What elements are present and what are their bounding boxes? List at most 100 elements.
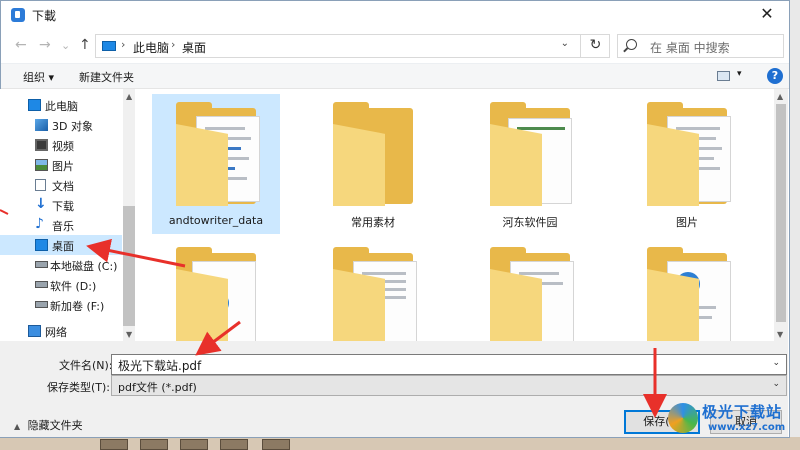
filename-value: 极光下载站.pdf	[118, 359, 202, 373]
folder-name: 图片	[676, 216, 698, 229]
folder-tile[interactable]: andtowriter_data	[152, 94, 280, 234]
hide-folders-toggle[interactable]: ▲ 隐藏文件夹	[14, 417, 83, 433]
music-icon: ♪	[35, 216, 44, 232]
file-list: andtowriter_data 常用素材 河东软件园 图片	[138, 89, 774, 341]
sidebar-item-downloads[interactable]: ↓ 下载	[0, 195, 122, 215]
sidebar-item-network[interactable]: 网络	[0, 321, 122, 341]
navigation-pane: 此电脑 3D 对象 视频 图片 文档 ↓ 下载 ♪ 音乐 桌面 本地磁盘 (C:…	[0, 89, 135, 341]
computer-icon	[28, 99, 41, 111]
sidebar-item-drive-c[interactable]: 本地磁盘 (C:)	[0, 255, 122, 275]
pictures-icon	[35, 159, 48, 171]
new-folder-button[interactable]: 新建文件夹	[79, 69, 134, 85]
sidebar-item-music[interactable]: ♪ 音乐	[0, 215, 122, 235]
sidebar-item-label: 3D 对象	[52, 120, 93, 133]
folder-tile[interactable]	[152, 239, 280, 341]
folder-front	[647, 124, 699, 206]
folder-tile[interactable]: 常用素材	[309, 94, 437, 234]
background-thumbnail	[262, 439, 290, 450]
address-dropdown-icon[interactable]: ⌄	[561, 38, 569, 49]
refresh-icon[interactable]: ↻	[580, 34, 610, 58]
folder-front	[647, 269, 699, 341]
search-input[interactable]: 在 桌面 中搜索	[617, 34, 784, 58]
sidebar-item-3d-objects[interactable]: 3D 对象	[0, 115, 122, 135]
sidebar-item-label: 桌面	[52, 240, 74, 253]
folder-tile[interactable]	[466, 239, 594, 341]
sidebar-item-label: 软件 (D:)	[50, 280, 97, 293]
folder-name: andtowriter_data	[168, 214, 264, 227]
filetype-select[interactable]: pdf文件 (*.pdf) ⌄	[111, 375, 787, 396]
folder-front	[176, 269, 228, 341]
background-thumbnail	[140, 439, 168, 450]
sidebar-item-documents[interactable]: 文档	[0, 175, 122, 195]
folder-front	[333, 124, 385, 206]
sidebar-item-label: 音乐	[52, 220, 74, 233]
sidebar-item-label: 文档	[52, 180, 74, 193]
breadcrumb-separator: ›	[121, 38, 126, 51]
view-dropdown-icon[interactable]: ▾	[737, 69, 742, 79]
video-icon	[35, 139, 48, 151]
back-arrow-icon[interactable]: ←	[15, 37, 27, 53]
breadcrumb-separator: ›	[171, 38, 176, 51]
sidebar-item-this-pc[interactable]: 此电脑	[0, 95, 122, 115]
sidebar-item-label: 本地磁盘 (C:)	[50, 260, 118, 273]
scroll-down-icon[interactable]: ▼	[126, 330, 132, 339]
filetype-dropdown-icon[interactable]: ⌄	[772, 379, 780, 389]
sidebar-item-label: 此电脑	[45, 100, 78, 113]
folder-tile[interactable]: 河东软件园	[466, 94, 594, 234]
folder-front	[176, 124, 228, 206]
folder-tile[interactable]: 图片	[623, 94, 751, 234]
folder-tile[interactable]	[623, 239, 751, 341]
background-thumbnail	[220, 439, 248, 450]
hide-folders-label: 隐藏文件夹	[27, 419, 83, 432]
watermark-logo-icon	[668, 403, 698, 433]
drive-icon	[35, 301, 48, 308]
folder-front	[490, 269, 542, 341]
app-icon	[11, 8, 25, 22]
up-arrow-icon[interactable]: ↑	[79, 37, 91, 53]
help-icon[interactable]: ?	[767, 68, 783, 84]
3d-objects-icon	[35, 119, 48, 131]
breadcrumb-desktop[interactable]: 桌面	[182, 39, 206, 56]
close-button[interactable]: ✕	[749, 1, 785, 27]
search-placeholder: 在 桌面 中搜索	[650, 41, 730, 55]
documents-icon	[35, 179, 46, 191]
watermark: 极光下载站 www.xz7.com	[668, 399, 796, 439]
recent-locations-icon[interactable]: ⌄	[61, 39, 70, 52]
scroll-down-icon[interactable]: ▼	[777, 330, 783, 339]
sidebar-item-videos[interactable]: 视频	[0, 135, 122, 155]
filename-input[interactable]: 极光下载站.pdf ⌄	[111, 354, 787, 375]
scroll-up-icon[interactable]: ▲	[126, 92, 132, 101]
filetype-value: pdf文件 (*.pdf)	[118, 381, 197, 394]
sidebar-item-drive-d[interactable]: 软件 (D:)	[0, 275, 122, 295]
filetype-label: 保存类型(T):	[47, 381, 111, 394]
folder-name: 河东软件园	[502, 216, 558, 229]
forward-arrow-icon[interactable]: →	[39, 37, 51, 53]
content-scrollbar-thumb[interactable]	[776, 104, 786, 322]
address-bar[interactable]: › 此电脑 › 桌面 ⌄	[95, 34, 610, 58]
filename-label: 文件名(N):	[59, 359, 113, 372]
sidebar-item-label: 下载	[52, 200, 74, 213]
sidebar-item-pictures[interactable]: 图片	[0, 155, 122, 175]
organize-button[interactable]: 组织 ▾	[23, 69, 54, 85]
sidebar-item-desktop[interactable]: 桌面	[0, 235, 122, 255]
search-icon	[626, 39, 637, 50]
drive-icon	[35, 281, 48, 288]
filename-dropdown-icon[interactable]: ⌄	[772, 358, 780, 368]
chevron-up-icon: ▲	[14, 422, 21, 431]
window-title: 下載	[32, 9, 57, 23]
title-bar[interactable]: 下載 ✕	[1, 1, 789, 29]
background-thumbnail	[180, 439, 208, 450]
scroll-up-icon[interactable]: ▲	[777, 92, 783, 101]
watermark-text: 极光下载站	[702, 403, 783, 421]
sidebar-item-label: 网络	[45, 326, 67, 339]
breadcrumb-this-pc[interactable]: 此电脑	[133, 39, 169, 56]
sidebar-scrollbar-thumb[interactable]	[123, 206, 135, 326]
view-mode-icon[interactable]	[717, 71, 730, 81]
sidebar-item-drive-f[interactable]: 新加卷 (F:)	[0, 295, 122, 315]
computer-icon	[102, 41, 116, 51]
folder-tile[interactable]	[309, 239, 437, 341]
download-icon: ↓	[35, 196, 47, 212]
navigation-bar: ← → ⌄ ↑ › 此电脑 › 桌面 ⌄ ↻ 在 桌面 中搜索	[1, 29, 789, 63]
desktop-icon	[35, 239, 48, 251]
folder-front	[333, 269, 385, 341]
